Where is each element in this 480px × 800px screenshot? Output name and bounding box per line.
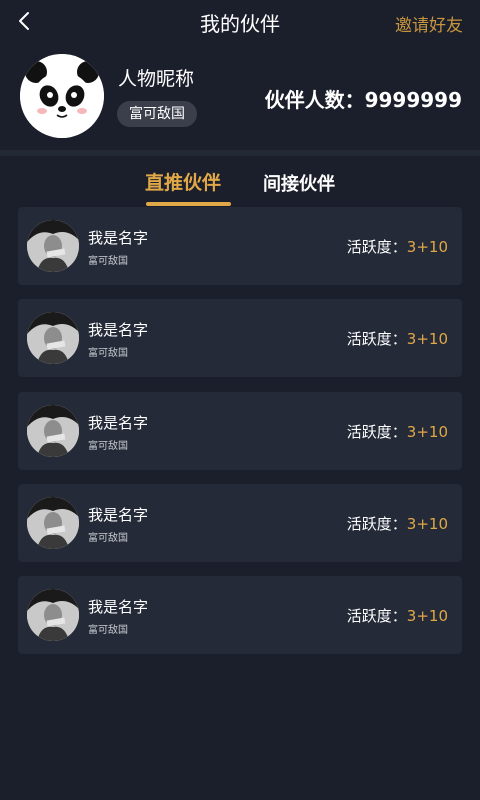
panda-avatar-icon[interactable] — [20, 54, 104, 138]
activity-value: 3+10 — [406, 607, 448, 625]
list-item[interactable]: 我是名字 富可敌国 活跃度：3+10 — [18, 299, 462, 377]
list-item[interactable]: 我是名字 富可敌国 活跃度：3+10 — [18, 392, 462, 470]
partner-name: 我是名字 — [88, 229, 149, 247]
activity-label: 活跃度： — [346, 330, 407, 348]
tab-direct-partners[interactable]: 直推伙伴 — [145, 168, 221, 195]
list-item[interactable]: 我是名字 富可敌国 活跃度：3+10 — [18, 484, 462, 562]
activity-label: 活跃度： — [346, 238, 407, 256]
activity-value: 3+10 — [406, 238, 448, 256]
activity-label: 活跃度： — [346, 423, 407, 441]
partner-name: 我是名字 — [88, 321, 149, 339]
partner-level: 富可敌国 — [88, 441, 128, 452]
profile-header: 人物昵称 富可敌国 伙伴人数：9999999 — [0, 44, 480, 148]
partner-count-text: 伙伴人数：9999999 — [264, 88, 462, 112]
activity-score: 活跃度：3+10 — [347, 236, 448, 257]
partner-avatar — [27, 312, 79, 364]
partner-tabs: 直推伙伴 间接伙伴 — [0, 156, 480, 208]
invite-friends-button[interactable]: 邀请好友 — [395, 11, 463, 36]
active-tab-indicator — [146, 202, 231, 206]
nickname-text: 人物昵称 — [118, 68, 195, 90]
activity-score: 活跃度：3+10 — [347, 605, 448, 626]
partner-name: 我是名字 — [88, 598, 149, 616]
activity-label: 活跃度： — [346, 607, 407, 625]
list-item[interactable]: 我是名字 富可敌国 活跃度：3+10 — [18, 207, 462, 285]
partner-avatar — [27, 405, 79, 457]
partner-avatar — [27, 589, 79, 641]
activity-label: 活跃度： — [346, 515, 407, 533]
activity-value: 3+10 — [406, 515, 448, 533]
partner-avatar — [27, 497, 79, 549]
activity-value: 3+10 — [406, 330, 448, 348]
activity-score: 活跃度：3+10 — [347, 513, 448, 534]
partner-avatar — [27, 220, 79, 272]
top-nav-bar: 我的伙伴 邀请好友 — [0, 0, 480, 44]
activity-value: 3+10 — [406, 423, 448, 441]
partner-name: 我是名字 — [88, 414, 149, 432]
partner-level: 富可敌国 — [88, 256, 128, 267]
activity-score: 活跃度：3+10 — [347, 328, 448, 349]
partner-level: 富可敌国 — [88, 625, 128, 636]
level-badge: 富可敌国 — [117, 101, 197, 127]
list-item[interactable]: 我是名字 富可敌国 活跃度：3+10 — [18, 576, 462, 654]
partner-level: 富可敌国 — [88, 533, 128, 544]
partner-name: 我是名字 — [88, 506, 149, 524]
tab-indirect-partners[interactable]: 间接伙伴 — [263, 170, 335, 196]
partner-level: 富可敌国 — [88, 348, 128, 359]
activity-score: 活跃度：3+10 — [347, 421, 448, 442]
